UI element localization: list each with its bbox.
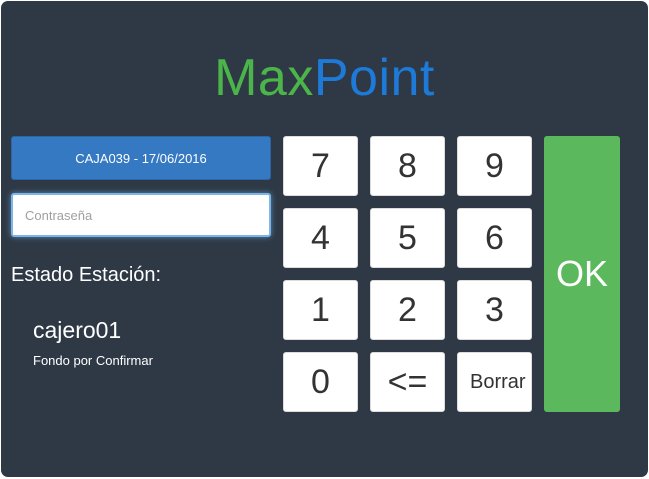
logo-max-text: Max	[214, 49, 314, 107]
logo-point-text: Point	[313, 49, 435, 107]
estado-estacion-label: Estado Estación:	[11, 264, 162, 286]
key-4[interactable]: 4	[283, 208, 358, 268]
key-0[interactable]: 0	[283, 352, 358, 412]
key-3[interactable]: 3	[457, 280, 532, 340]
maxpoint-logo: MaxPoint	[0, 48, 649, 108]
ok-button[interactable]: OK	[544, 136, 620, 412]
key-5[interactable]: 5	[370, 208, 445, 268]
key-2[interactable]: 2	[370, 280, 445, 340]
password-input[interactable]	[11, 193, 271, 237]
key-8[interactable]: 8	[370, 136, 445, 196]
key-6[interactable]: 6	[457, 208, 532, 268]
key-9[interactable]: 9	[457, 136, 532, 196]
key-1[interactable]: 1	[283, 280, 358, 340]
backspace-button[interactable]: <=	[370, 352, 445, 412]
key-7[interactable]: 7	[283, 136, 358, 196]
clear-button[interactable]: Borrar	[457, 352, 532, 412]
cashier-name: cajero01	[33, 317, 122, 343]
station-button[interactable]: CAJA039 - 17/06/2016	[11, 136, 271, 180]
cashier-status: Fondo por Confirmar	[33, 353, 153, 368]
